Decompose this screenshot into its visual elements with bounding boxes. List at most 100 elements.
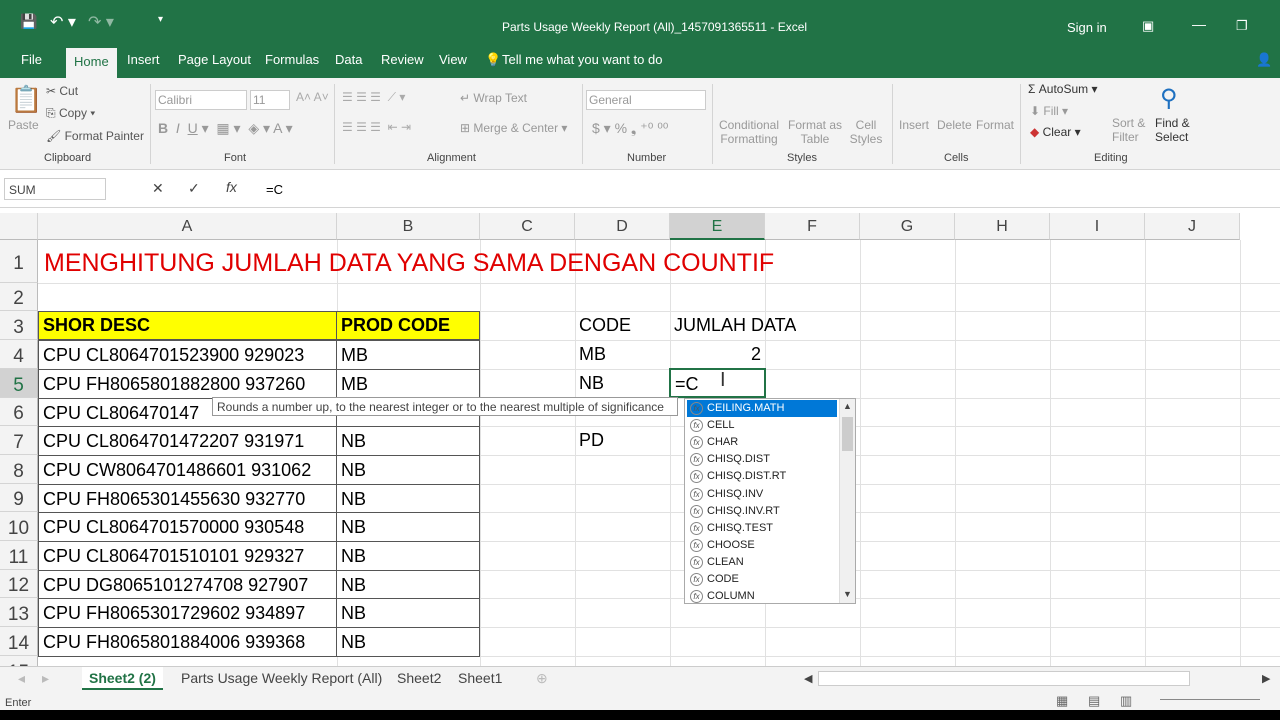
row-header-3[interactable]: 3 [0,311,38,340]
normal-view-icon[interactable]: ▦ [1056,693,1068,709]
row-header-13[interactable]: 13 [0,598,38,627]
font-size-select[interactable]: 11 [250,90,290,110]
tab-insert[interactable]: Insert [127,52,160,67]
prod-code-cell[interactable]: MB [336,340,480,370]
row-header-10[interactable]: 10 [0,512,38,541]
share-icon[interactable]: 👤 [1256,52,1272,68]
function-autocomplete-list[interactable]: fx CEILING.MATH fx CELL fx CHAR fx CHISQ.DIST fx… [684,398,856,604]
new-sheet-icon[interactable]: ⊕ [536,670,548,687]
save-icon[interactable]: 💾 [20,13,37,30]
tab-review[interactable]: Review [381,52,424,67]
prod-code-cell[interactable]: NB [336,570,480,600]
fill-button[interactable]: ⬇ Fill ▾ [1030,104,1068,118]
sheet-tab-sheet1[interactable]: Sheet1 [458,670,502,686]
sign-in-link[interactable]: Sign in [1067,20,1107,35]
prod-code-cell[interactable]: NB [336,512,480,542]
autocomplete-item[interactable]: fx CELL [687,417,837,434]
prod-code-cell[interactable]: NB [336,455,480,485]
prod-code-cell[interactable]: NB [336,627,480,657]
tab-view[interactable]: View [439,52,467,67]
autocomplete-item[interactable]: fx CHOOSE [687,537,837,554]
column-header-G[interactable]: G [860,213,955,240]
prod-code-cell[interactable]: NB [336,484,480,514]
format-cells-button[interactable]: Format [976,118,1014,132]
desc-cell[interactable]: CPU FH8065301729602 934897 [38,598,337,628]
format-painter-button[interactable]: 🖌 Format Painter [46,129,144,143]
row-header-11[interactable]: 11 [0,541,38,570]
delete-cells-button[interactable]: Delete [937,118,972,132]
tab-file[interactable]: File [21,52,42,67]
number-format-icons[interactable]: $ ▾ % ❟ ⁺⁰ ⁰⁰ [592,120,668,137]
column-header-E[interactable]: E [670,213,765,240]
row-header-6[interactable]: 6 [0,398,38,426]
hscroll-right-icon[interactable]: ▶ [1262,672,1270,685]
align-left-icons[interactable]: ☰ ☰ ☰ ⇤ ⇥ [342,120,411,134]
worksheet-grid[interactable]: ABCDEFGHIJ 123456789101112131415 MENGHIT… [0,213,1280,666]
code-cell[interactable]: MB [575,340,606,369]
autocomplete-item[interactable]: fx CHISQ.TEST [687,520,837,537]
code-cell[interactable]: PD [575,426,604,455]
column-header-F[interactable]: F [765,213,860,240]
row-header-15[interactable]: 15 [0,656,38,666]
sheet-tab-parts-usage[interactable]: Parts Usage Weekly Report (All) [181,670,382,686]
redo-icon[interactable]: ↷ ▾ [88,12,114,32]
autocomplete-item[interactable]: fx CHISQ.DIST [687,451,837,468]
scroll-thumb[interactable] [842,417,853,451]
autocomplete-item[interactable]: fx CODE [687,571,837,588]
prod-code-cell[interactable]: NB [336,598,480,628]
scroll-tabs-left-icon[interactable]: ◂ [18,670,25,687]
desc-cell[interactable]: CPU CW8064701486601 931062 [38,455,337,485]
sort-filter-button[interactable]: Sort & Filter [1112,116,1152,144]
number-format-select[interactable]: General [586,90,706,110]
column-header-C[interactable]: C [480,213,575,240]
undo-icon[interactable]: ↶ ▾ [50,12,76,32]
scroll-down-icon[interactable]: ▼ [843,589,852,599]
desc-cell[interactable]: CPU FH8065301455630 932770 [38,484,337,514]
find-select-button[interactable]: Find & Select [1155,116,1197,144]
row-header-9[interactable]: 9 [0,484,38,512]
column-header-J[interactable]: J [1145,213,1240,240]
scroll-up-icon[interactable]: ▲ [843,401,852,411]
column-header-H[interactable]: H [955,213,1050,240]
merge-center-button[interactable]: ⊞ Merge & Center ▾ [460,121,567,135]
column-header-B[interactable]: B [337,213,480,240]
cancel-icon[interactable]: ✕ [152,180,164,197]
format-as-table-button[interactable]: Format as Table [786,118,844,146]
font-grow-shrink-icon[interactable]: A˄ A˅ [296,90,329,104]
cut-button[interactable]: ✂ Cut [46,84,78,98]
tab-data[interactable]: Data [335,52,362,67]
row-header-12[interactable]: 12 [0,570,38,598]
sheet-tab-sheet2-2[interactable]: Sheet2 (2) [82,667,163,690]
desc-cell[interactable]: CPU FH8065801882800 937260 [38,369,337,399]
row-header-5[interactable]: 5 [0,369,38,398]
autocomplete-item[interactable]: fx COLUMN [687,588,837,605]
font-name-select[interactable]: Calibri [155,90,247,110]
autocomplete-scrollbar[interactable]: ▲ ▼ [839,399,855,603]
prod-code-cell[interactable]: MB [336,369,480,399]
autocomplete-item[interactable]: fx CHISQ.INV [687,486,837,503]
conditional-formatting-button[interactable]: Conditional Formatting [718,118,780,146]
page-break-view-icon[interactable]: ▥ [1120,693,1132,709]
cell-styles-button[interactable]: Cell Styles [846,118,886,146]
row-header-7[interactable]: 7 [0,426,38,455]
ribbon-display-icon[interactable]: ▣ [1142,18,1154,34]
enter-icon[interactable]: ✓ [188,180,200,197]
header-jumlah-data[interactable]: JUMLAH DATA [670,311,796,340]
prod-code-cell[interactable]: NB [336,541,480,571]
prod-code-cell[interactable]: NB [336,426,480,456]
autocomplete-item[interactable]: fx CHAR [687,434,837,451]
autocomplete-item[interactable]: fx CLEAN [687,554,837,571]
tab-page-layout[interactable]: Page Layout [178,52,251,67]
column-header-D[interactable]: D [575,213,670,240]
desc-cell[interactable]: CPU CL8064701570000 930548 [38,512,337,542]
header-code[interactable]: CODE [575,311,631,340]
desc-cell[interactable]: CPU CL8064701523900 929023 [38,340,337,370]
tab-home[interactable]: Home [66,48,117,78]
name-box[interactable]: SUM [4,178,106,200]
hscroll-left-icon[interactable]: ◀ [804,672,812,685]
tab-formulas[interactable]: Formulas [265,52,319,67]
clear-button[interactable]: ◆ Clear ▾ [1030,125,1081,139]
formula-input[interactable]: =C [266,182,283,197]
restore-icon[interactable]: ❐ [1236,18,1248,34]
zoom-slider[interactable] [1160,699,1260,700]
